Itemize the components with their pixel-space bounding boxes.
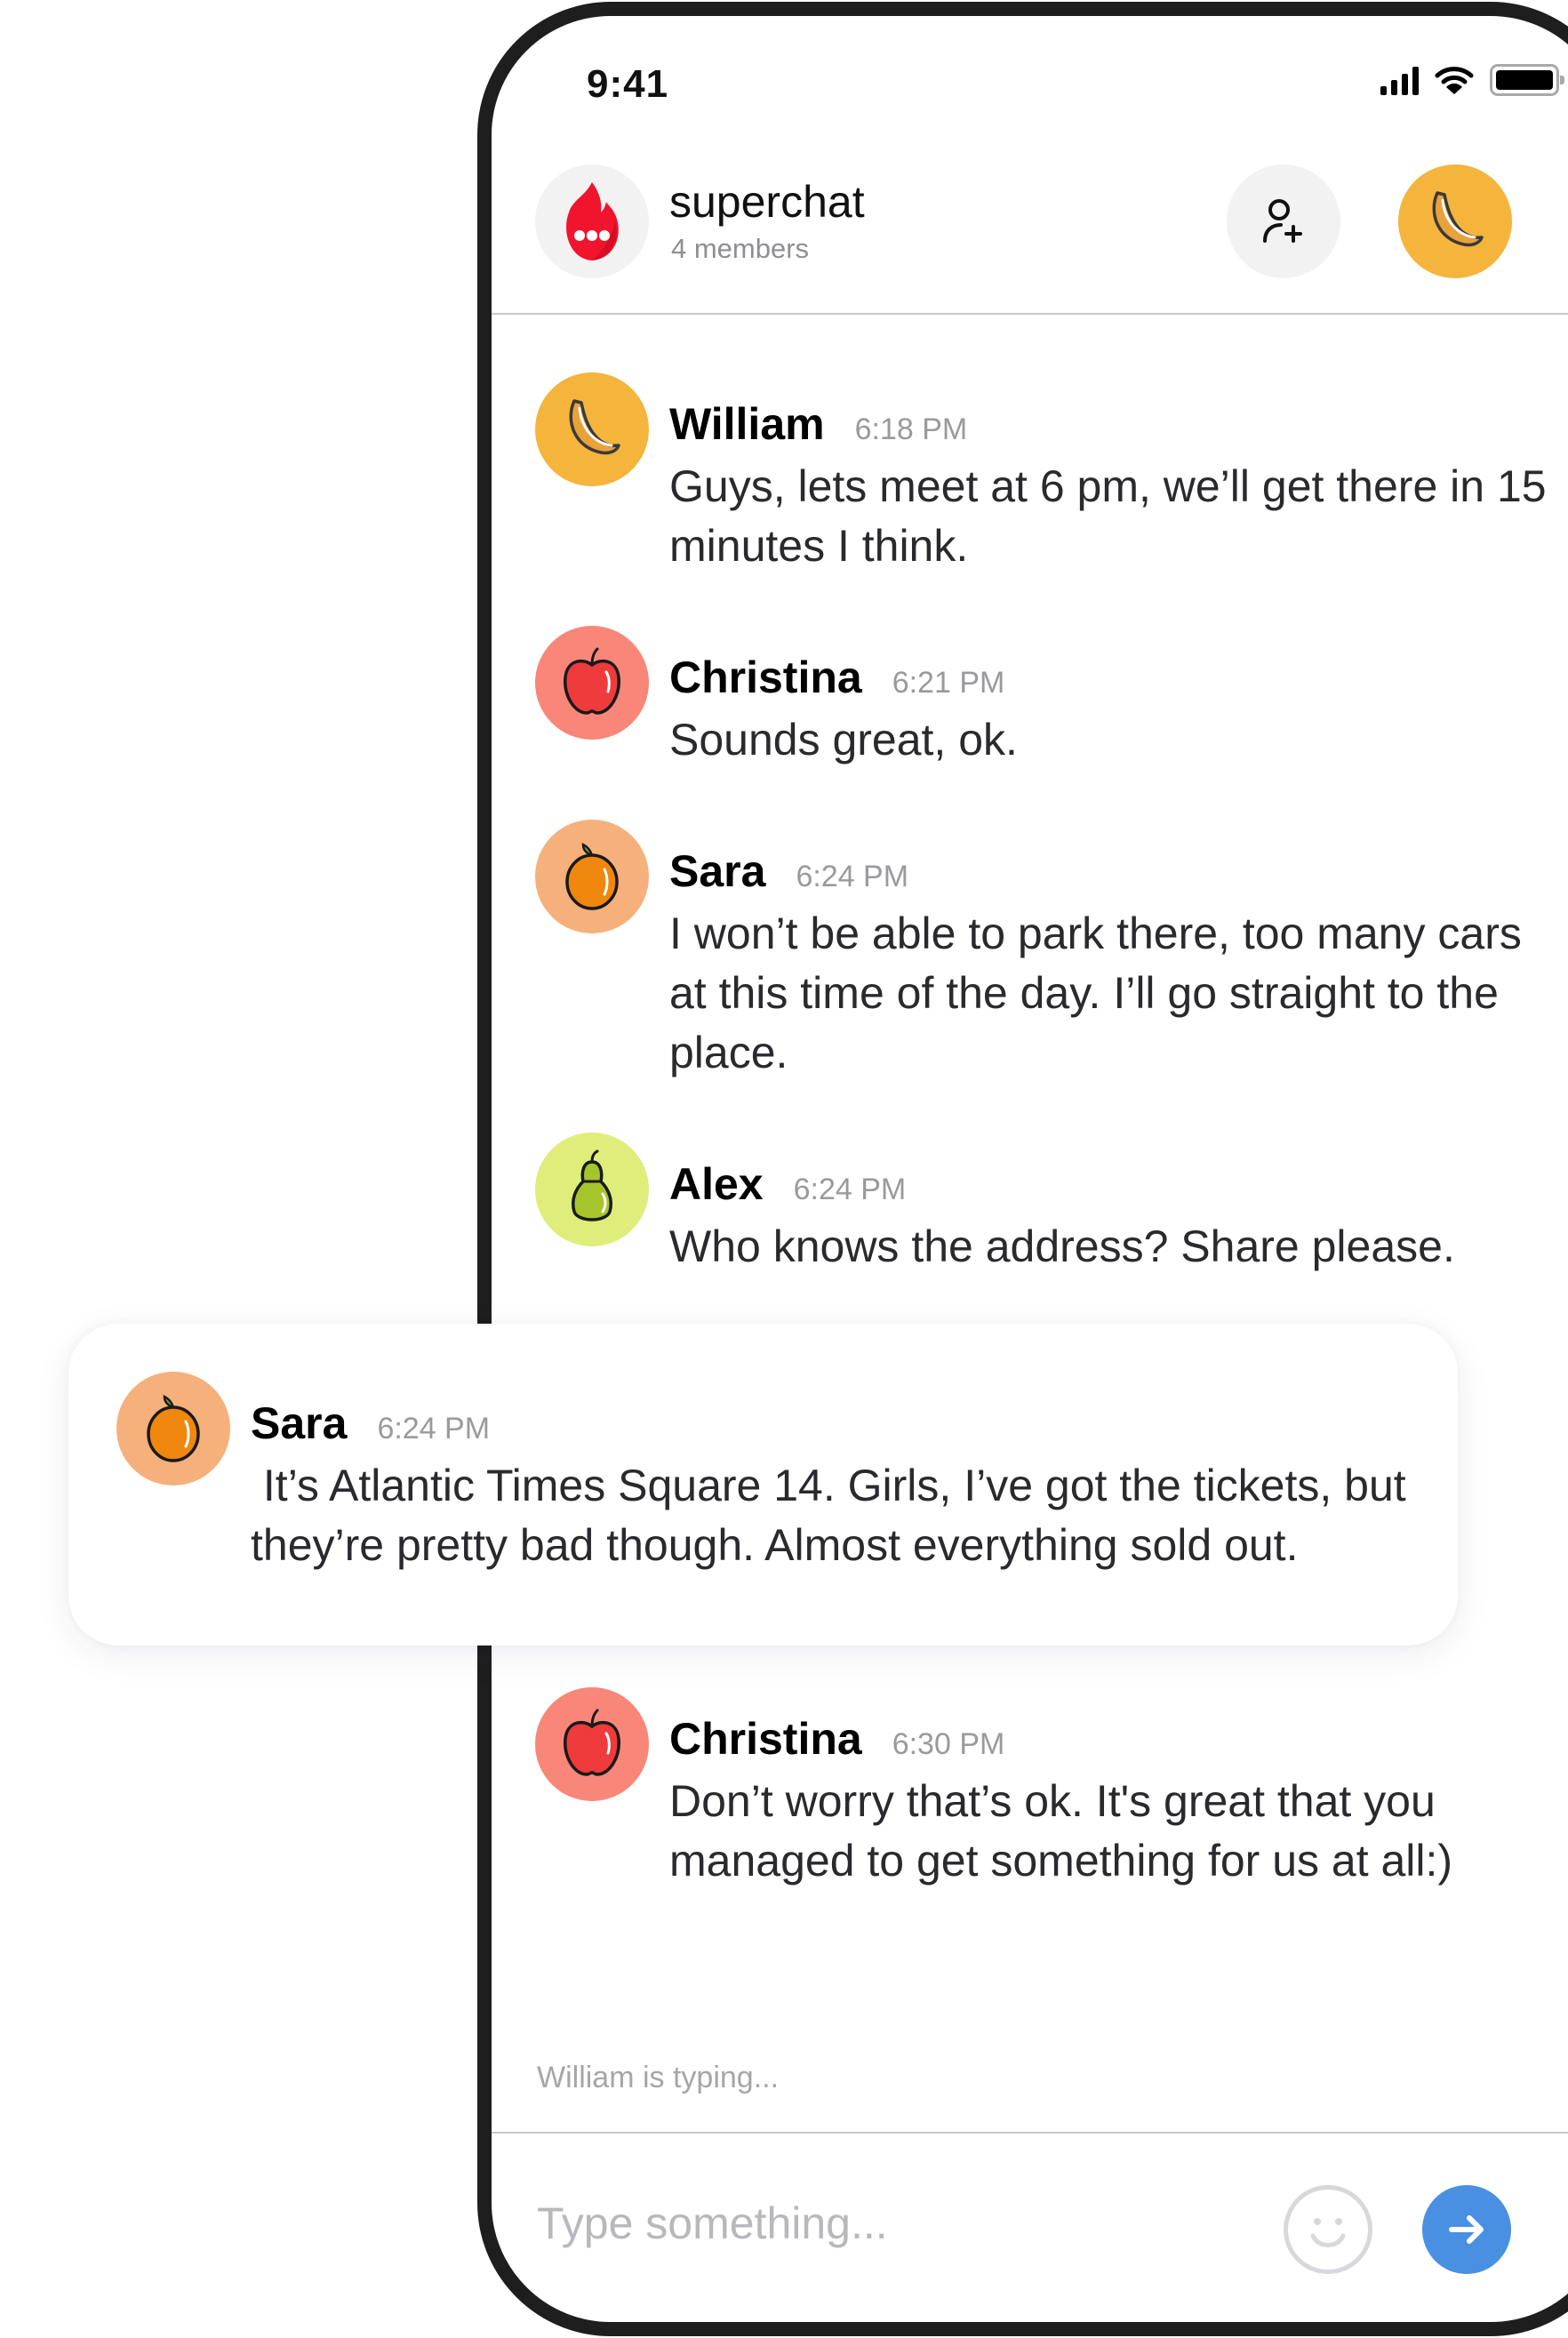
author-name: Christina: [669, 1714, 862, 1764]
add-user-icon: [1263, 199, 1302, 243]
battery-icon: [1490, 64, 1564, 96]
message-body: Christina 6:30 PM Don’t worry that’s ok. …: [669, 1713, 1523, 1891]
message-text: Guys, lets meet at 6 pm, we’ll get there…: [669, 461, 1547, 571]
apple-icon: [564, 647, 620, 715]
orange-icon: [565, 842, 619, 910]
message-input[interactable]: [537, 2198, 1159, 2249]
author-name: Sara: [669, 846, 766, 896]
chat-title: superchat: [669, 177, 865, 227]
message-text: Who knows the address? Share please.: [669, 1221, 1455, 1271]
typing-indicator: William is typing...: [537, 2061, 780, 2094]
arrow-right-icon: [1449, 2215, 1484, 2244]
wifi-icon: [1435, 67, 1474, 94]
cellular-signal-icon: [1380, 65, 1419, 95]
avatar: [535, 372, 649, 486]
message-body: Alex 6:24 PM Who knows the address? Share…: [669, 1158, 1558, 1277]
message-time: 6:24 PM: [796, 860, 909, 893]
banana-icon: [1432, 191, 1484, 247]
avatar: [535, 626, 649, 740]
pear-icon: [572, 1149, 612, 1221]
avatar: [535, 1687, 649, 1801]
avatar: [116, 1372, 230, 1485]
banana-icon: [569, 399, 620, 455]
message-time: 6:30 PM: [892, 1727, 1005, 1761]
highlighted-message-card[interactable]: Sara 6:24 PM It’s Atlantic Times Square 1…: [68, 1324, 1458, 1645]
author-name: Sara: [251, 1398, 348, 1448]
avatar: [535, 1133, 649, 1246]
message-time: 6:21 PM: [892, 666, 1005, 700]
send-button[interactable]: [1422, 2185, 1511, 2274]
status-icons: [1380, 64, 1564, 96]
header-divider: [492, 313, 1568, 315]
composer-divider: [492, 2132, 1568, 2134]
message-time: 6:24 PM: [377, 1412, 491, 1445]
orange-icon: [147, 1394, 200, 1462]
author-name: Alex: [669, 1159, 764, 1209]
message-body: Christina 6:21 PM Sounds great, ok.: [669, 652, 1523, 770]
message-body: William 6:18 PM Guys, lets meet at 6 pm, …: [669, 398, 1558, 576]
author-name: Christina: [669, 653, 862, 702]
group-avatar[interactable]: [535, 164, 649, 278]
member-count: 4 members: [671, 233, 810, 264]
message-text: It’s Atlantic Times Square 14. Girls, I’…: [251, 1461, 1419, 1570]
status-time: 9:41: [587, 62, 669, 106]
message-time: 6:24 PM: [793, 1173, 907, 1206]
message-body: Sara 6:24 PM I won’t be able to park ther…: [669, 845, 1558, 1083]
message-time: 6:18 PM: [854, 412, 968, 446]
profile-button[interactable]: [1398, 164, 1512, 278]
author-name: William: [669, 399, 825, 449]
message-text: Sounds great, ok.: [669, 715, 1018, 765]
message-item: [535, 372, 649, 486]
message-text: Don’t worry that’s ok. It's great that y…: [669, 1776, 1453, 1886]
add-member-button[interactable]: [1227, 164, 1340, 278]
avatar: [535, 820, 649, 933]
emoji-button[interactable]: [1284, 2185, 1372, 2274]
apple-icon: [564, 1709, 620, 1776]
message-body: Sara 6:24 PM It’s Atlantic Times Square 1…: [251, 1397, 1424, 1575]
flame-chat-icon: [566, 182, 619, 260]
message-text: I won’t be able to park there, too many …: [669, 909, 1522, 1077]
smiley-icon: [1310, 2218, 1346, 2247]
phone-frame: 9:41 superchat 4 members William 6:18 PM…: [477, 2, 1568, 2336]
